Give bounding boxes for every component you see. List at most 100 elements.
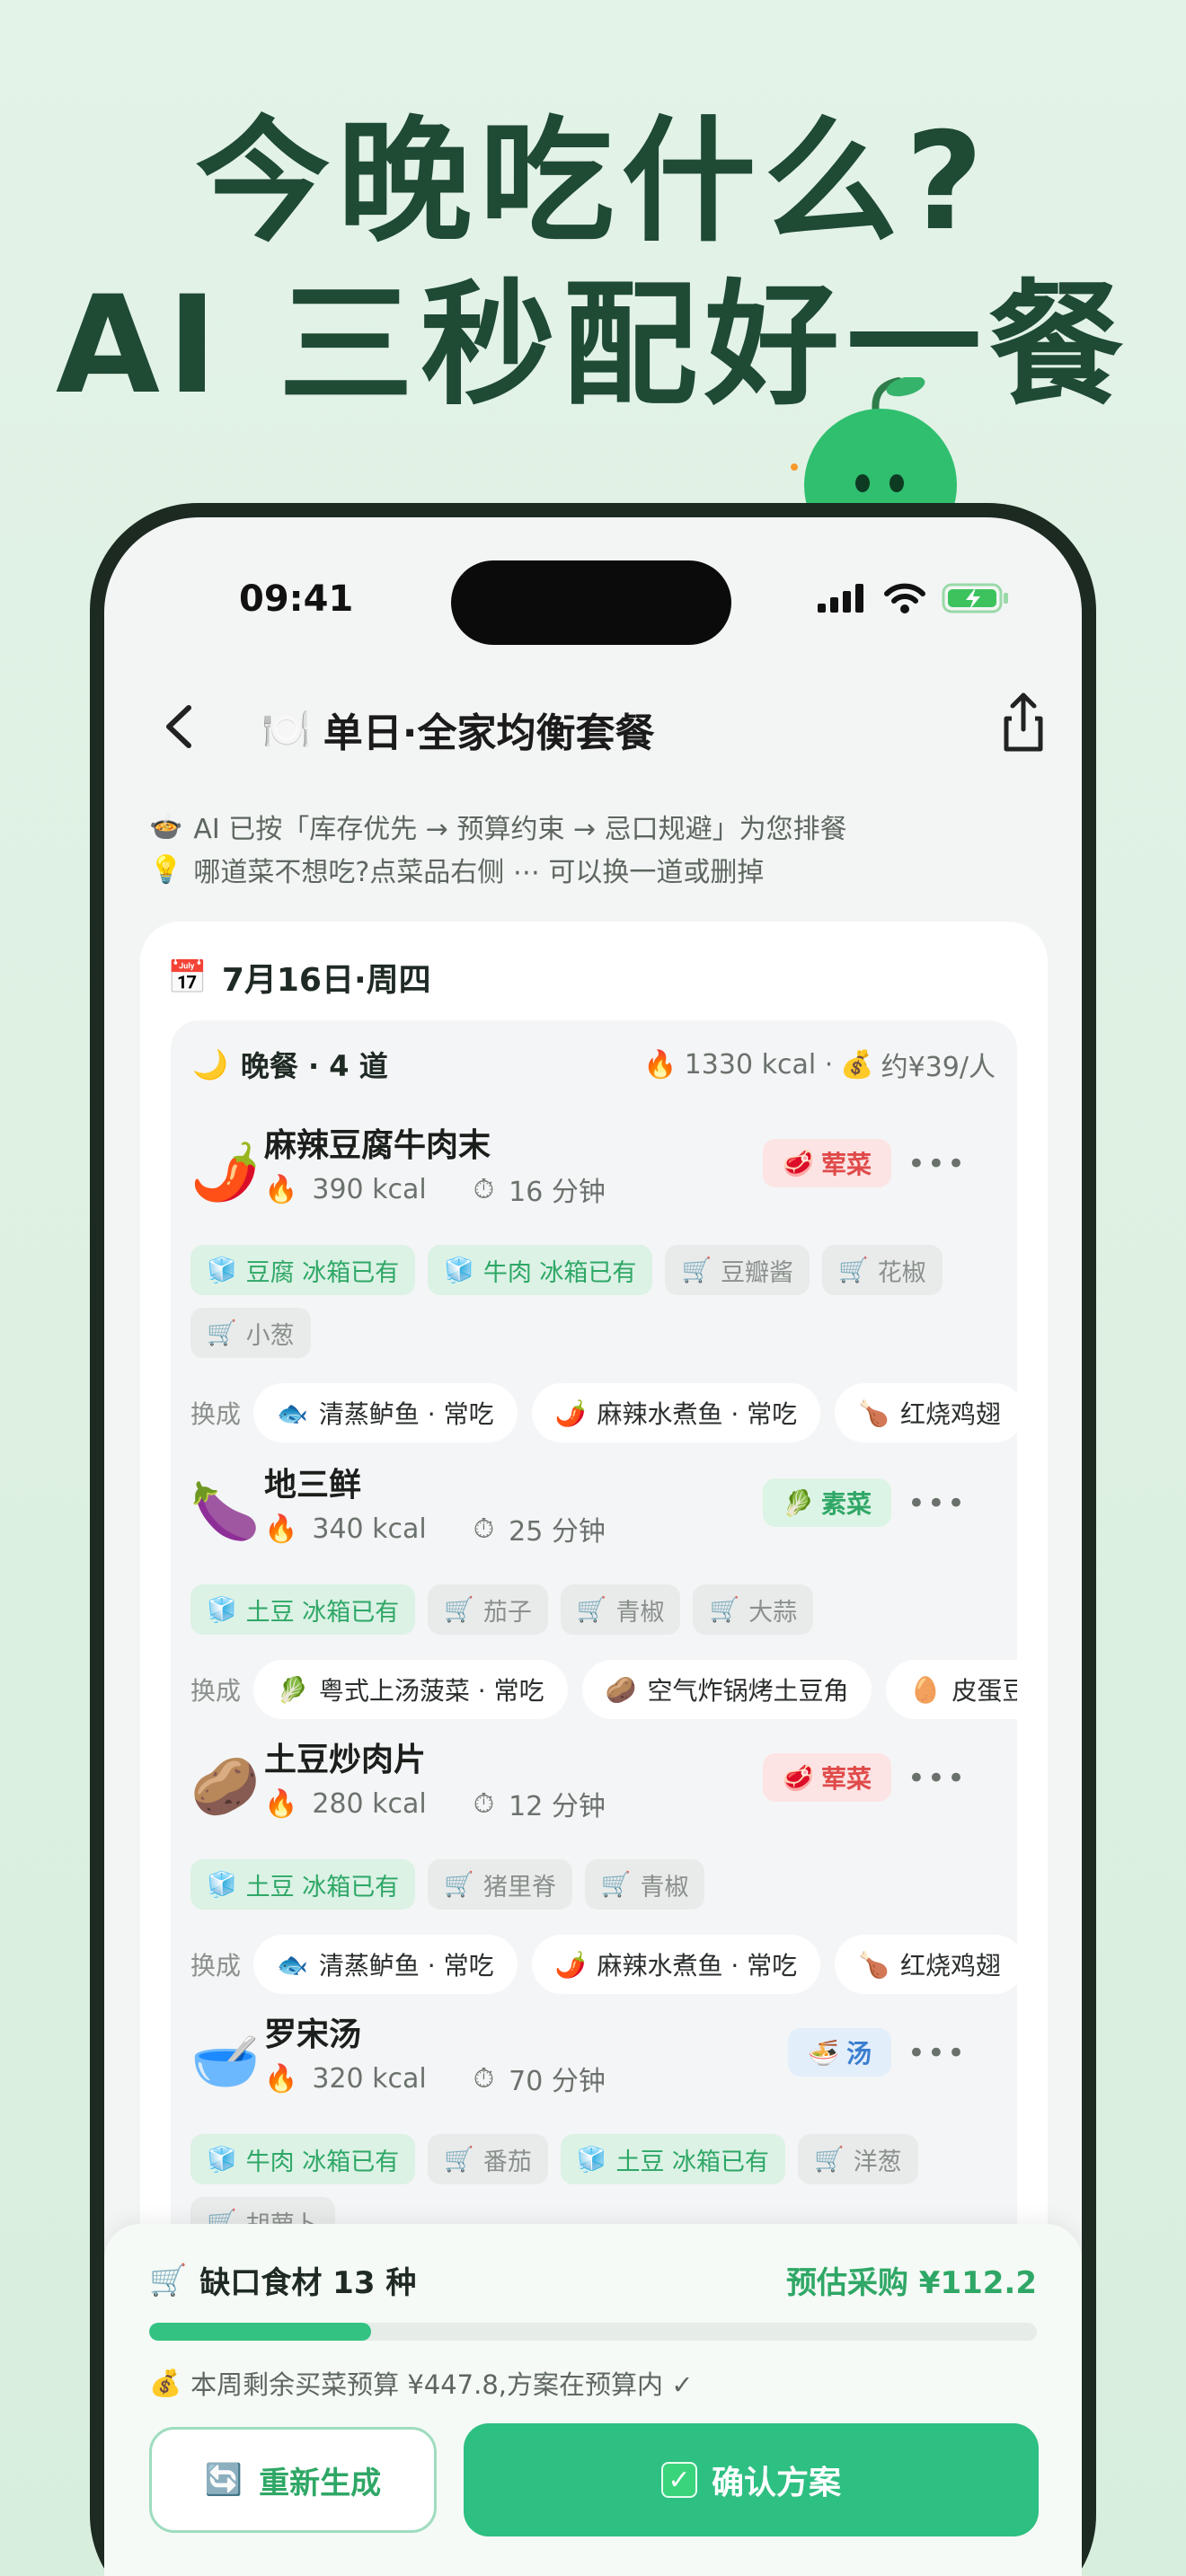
dish-time: 12 分钟 [509, 1791, 606, 1822]
app-screen: 09:41 🍽️ 单日·全家均衡套餐 🍲 AI 已按「库存优先 → 预算约束 →… [104, 517, 1082, 2576]
ingredient-chip: 🛒 洋葱 [798, 2134, 918, 2184]
ingredient-chip: 🧊 土豆 冰箱已有 [560, 2134, 786, 2184]
cart-icon: 🛒 [838, 1257, 869, 1284]
timer-icon: ⏱ [473, 1787, 495, 1820]
swap-option[interactable]: 🍗 红烧鸡翅 [835, 1935, 1017, 1994]
category-label: 荤菜 [820, 1150, 872, 1179]
ingredient-chips: 🧊 土豆 冰箱已有 🛒 茄子 🛒 青椒 🛒 大蒜 [190, 1584, 999, 1635]
confirm-plan-button[interactable]: ✓ 确认方案 [464, 2423, 1039, 2536]
chip-label: 猪里脊 [482, 1873, 556, 1901]
category-label: 汤 [845, 2039, 872, 2069]
status-time: 09:41 [239, 578, 354, 620]
swap-option-label: 皮蛋豆腐 [951, 1676, 1017, 1706]
swap-option[interactable]: 🥔 空气炸锅烤土豆角 [581, 1660, 872, 1719]
back-chevron-icon[interactable] [149, 695, 212, 758]
ingredient-chip: 🛒 番茄 [428, 2134, 548, 2184]
fish-icon: 🐟 [277, 1398, 308, 1428]
dish-meta: 🔥 280 kcal ⏱ 12 分钟 [264, 1784, 606, 1823]
share-icon[interactable] [992, 688, 1055, 760]
chip-label: 土豆 冰箱已有 [615, 2148, 770, 2176]
dish-emoji-icon: 🥔 [190, 1753, 261, 1819]
dish-item[interactable]: 🥔 土豆炒肉片 🔥 280 kcal ⏱ 12 分钟 🥩 荤菜 ••• 🧊 土豆… [171, 1734, 1017, 2003]
purchase-estimate: 预估采购 ¥112.2 [785, 2265, 1037, 2301]
dish-meta: 🔥 390 kcal ⏱ 16 分钟 [264, 1169, 606, 1209]
chip-label: 花椒 [877, 1258, 926, 1287]
ice-icon: 🧊 [207, 1596, 237, 1624]
dish-name: 土豆炒肉片 [264, 1742, 427, 1778]
battery-icon [942, 583, 1008, 613]
cart-icon: 🛒 [814, 2146, 845, 2174]
swap-option[interactable]: 🥚 皮蛋豆腐 [886, 1660, 1017, 1719]
chip-label: 番茄 [482, 2148, 532, 2176]
cart-icon: 🛒 [444, 1871, 474, 1899]
chip-label: 牛肉 冰箱已有 [245, 2148, 400, 2176]
dish-time: 25 分钟 [509, 1516, 606, 1548]
dish-name: 地三鲜 [264, 1467, 362, 1504]
chili-icon: 🌶️ [554, 1398, 587, 1428]
swap-option-label: 红烧鸡翅 [900, 1399, 1002, 1429]
refresh-icon: 🔄 [204, 2462, 243, 2498]
swap-row: 换成 🥬 粤式上汤菠菜 · 常吃 🥔 空气炸锅烤土豆角 🥚 皮蛋豆腐 [190, 1658, 1017, 1721]
page-title: 🍽️ 单日·全家均衡套餐 [261, 701, 655, 758]
dish-item[interactable]: 🍆 地三鲜 🔥 340 kcal ⏱ 25 分钟 🥬 素菜 ••• 🧊 土豆 冰… [171, 1459, 1017, 1728]
nav-bar: 🍽️ 单日·全家均衡套餐 [104, 688, 1082, 769]
more-options-icon[interactable]: ••• [907, 2035, 967, 2071]
meal-kcal: 1330 kcal · [684, 1048, 834, 1081]
chip-label: 豆腐 冰箱已有 [245, 1258, 400, 1287]
more-options-icon[interactable]: ••• [907, 1146, 967, 1182]
meal-cost: 约¥39/人 [881, 1052, 996, 1083]
swap-option[interactable]: 🌶️ 麻辣水煮鱼 · 常吃 [531, 1935, 821, 1994]
regenerate-button[interactable]: 🔄 重新生成 [149, 2427, 437, 2533]
ingredient-chip: 🛒 茄子 [428, 1584, 548, 1635]
budget-progress-bar [149, 2323, 1037, 2341]
fish-icon: 🐟 [277, 1949, 308, 1980]
cart-icon: 🛒 [576, 1596, 607, 1624]
dish-kcal: 320 kcal [312, 2062, 427, 2095]
more-options-icon[interactable]: ••• [907, 1760, 967, 1796]
swap-option-label: 麻辣水煮鱼 · 常吃 [597, 1951, 798, 1981]
confirm-label: 确认方案 [711, 2465, 841, 2501]
ingredient-chip: 🧊 土豆 冰箱已有 [190, 1584, 416, 1635]
moneybag-icon: 💰 [149, 2367, 182, 2398]
swap-label: 换成 [190, 1399, 242, 1429]
swap-option-label: 空气炸锅烤土豆角 [647, 1676, 849, 1706]
swap-label: 换成 [190, 1676, 242, 1706]
budget-progress-fill [149, 2323, 371, 2341]
swap-option[interactable]: 🐟 清蒸鲈鱼 · 常吃 [253, 1935, 518, 1994]
leafy-green-icon: 🥬 [783, 1487, 814, 1518]
dish-emoji-icon: 🍆 [190, 1478, 261, 1544]
ai-tip-text: AI 已按「库存优先 → 预算约束 → 忌口规避」为您排餐 [193, 814, 847, 845]
swap-option[interactable]: 🥬 粤式上汤菠菜 · 常吃 [253, 1660, 568, 1719]
cart-icon: 🛒 [444, 2146, 474, 2174]
dish-emoji-icon: 🥣 [190, 2028, 261, 2094]
category-label: 素菜 [820, 1489, 872, 1519]
ingredient-chip: 🛒 猪里脊 [428, 1859, 572, 1910]
cart-icon: 🛒 [709, 1596, 740, 1624]
drumstick-icon: 🍗 [858, 1949, 890, 1980]
ingredient-chip: 🛒 小葱 [190, 1308, 311, 1358]
swap-option[interactable]: 🍗 红烧鸡翅 [835, 1383, 1017, 1442]
fire-icon: 🔥 [264, 1513, 298, 1545]
ice-icon: 🧊 [576, 2146, 607, 2174]
signal-icon [818, 584, 863, 613]
timer-icon: ⏱ [473, 1513, 495, 1545]
cart-icon: 🛒 [149, 2262, 188, 2298]
swap-option[interactable]: 🐟 清蒸鲈鱼 · 常吃 [253, 1383, 518, 1442]
meal-name-text: 晚餐 · 4 道 [240, 1049, 388, 1083]
dish-time: 16 分钟 [509, 1177, 606, 1208]
chip-label: 土豆 冰箱已有 [245, 1598, 400, 1627]
dish-item[interactable]: 🌶️ 麻辣豆腐牛肉末 🔥 390 kcal ⏱ 16 分钟 🥩 荤菜 ••• 🧊… [171, 1119, 1017, 1451]
ingredient-chip: 🧊 土豆 冰箱已有 [190, 1859, 416, 1910]
potato-icon: 🥔 [605, 1674, 637, 1705]
more-options-icon[interactable]: ••• [907, 1486, 967, 1522]
chip-label: 洋葱 [853, 2148, 902, 2176]
budget-text: 本周剩余买菜预算 ¥447.8,方案在预算内 ✓ [190, 2369, 694, 2400]
drumstick-icon: 🍗 [858, 1398, 890, 1428]
category-badge: 🥬 素菜 [763, 1478, 891, 1527]
fire-icon: 🔥 [643, 1048, 677, 1081]
swap-option[interactable]: 🌶️ 麻辣水煮鱼 · 常吃 [531, 1383, 821, 1442]
ingredient-chips: 🧊 土豆 冰箱已有 🛒 猪里脊 🛒 青椒 [190, 1859, 999, 1910]
swap-tip-text: 哪道菜不想吃?点菜品右侧 ⋯ 可以换一道或删掉 [193, 857, 765, 888]
missing-ingredients: 🛒 缺口食材 13 种 [149, 2258, 416, 2302]
swap-option-label: 粤式上汤菠菜 · 常吃 [318, 1676, 544, 1706]
